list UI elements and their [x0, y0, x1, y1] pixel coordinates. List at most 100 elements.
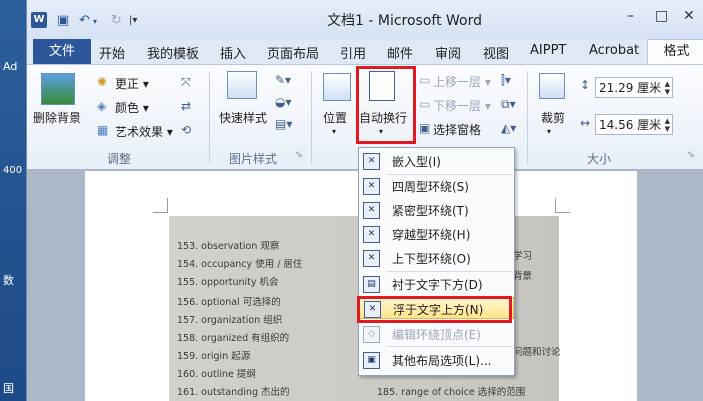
undo-icon[interactable]: ↶	[79, 13, 90, 29]
artistic-effects-icon[interactable]: ▦	[97, 123, 108, 137]
remove-background-icon[interactable]	[41, 73, 75, 105]
width-spinner-icon[interactable]: ▲ ▼	[665, 117, 670, 133]
group-divider	[209, 71, 210, 163]
group-label-adjust: 调整	[107, 152, 132, 166]
tab-format[interactable]: 格式	[647, 39, 703, 66]
doc-line: 背景	[513, 271, 533, 282]
group-label-picture-styles: 图片样式	[229, 152, 278, 166]
edit-wrap-points-icon: ◇	[363, 326, 380, 343]
position-icon[interactable]	[323, 73, 351, 101]
square-wrap-icon: ✕	[363, 178, 380, 195]
menu-item-top-bottom[interactable]: ✕ 上下型环绕(O)	[359, 247, 514, 269]
save-icon[interactable]: ▣	[57, 13, 69, 29]
minimize-button[interactable]: –	[627, 8, 634, 24]
rotate-icon[interactable]: ◭▾	[501, 121, 516, 135]
menu-item-label: 四周型环绕(S)	[392, 180, 469, 194]
color-icon[interactable]: ◈	[97, 99, 106, 113]
align-icon[interactable]: ⫿▾	[501, 73, 511, 88]
picture-effects-icon[interactable]: ◒▾	[275, 95, 292, 109]
undo-dropdown-icon[interactable]: ▾	[93, 17, 97, 33]
maximize-button[interactable]: □	[655, 8, 668, 24]
picture-border-icon[interactable]: ✎▾	[275, 73, 291, 87]
close-button[interactable]: ✕	[683, 8, 695, 24]
picture-layout-icon[interactable]: ▤▾	[275, 117, 292, 131]
group-divider	[527, 71, 528, 163]
highlight-box	[357, 296, 512, 323]
position-button[interactable]: 位置	[323, 109, 347, 126]
height-icon: ↕	[580, 78, 591, 92]
menu-item-tight[interactable]: ✕ 紧密型环绕(T)	[359, 199, 514, 221]
desktop-label: 国	[3, 382, 14, 395]
tab-mailings[interactable]: 邮件	[387, 43, 413, 62]
menu-item-square[interactable]: ✕ 四周型环绕(S)	[359, 175, 514, 197]
tab-view[interactable]: 视图	[483, 43, 509, 62]
dialog-launcher-icon[interactable]: ⬂	[687, 150, 695, 160]
menu-item-label: 上下型环绕(O)	[392, 252, 471, 266]
bring-forward-icon: ▭	[419, 73, 431, 87]
desktop-label: 400	[3, 165, 23, 176]
height-input[interactable]: 21.29 厘米 ▲ ▼	[595, 77, 673, 98]
tab-insert[interactable]: 插入	[220, 43, 246, 62]
reset-picture-icon[interactable]: ⟲	[181, 123, 191, 137]
corrections-icon[interactable]: ✺	[97, 75, 107, 89]
margin-mark	[555, 198, 570, 213]
tab-file[interactable]: 文件	[33, 39, 91, 64]
selection-pane-button[interactable]: 选择窗格	[433, 121, 481, 138]
ribbon-tabs: 文件 开始 我的模板 插入 页面布局 引用 邮件 审阅 视图 AIPPT Acr…	[27, 39, 703, 66]
selection-pane-icon[interactable]: ▣	[419, 121, 430, 135]
menu-item-label: 嵌入型(I)	[392, 155, 441, 169]
through-wrap-icon: ✕	[363, 226, 380, 243]
redo-icon[interactable]: ↻	[111, 13, 122, 29]
corrections-button[interactable]: 更正 ▾	[115, 75, 149, 92]
group-divider	[311, 71, 312, 163]
menu-item-label: 衬于文字下方(D)	[392, 278, 483, 292]
dialog-launcher-icon[interactable]: ⬂	[295, 150, 303, 160]
desktop-label: Ad	[3, 60, 18, 73]
tab-templates[interactable]: 我的模板	[147, 43, 199, 62]
customize-toolbar-icon[interactable]: |▾	[129, 15, 137, 31]
margin-mark	[153, 198, 168, 213]
change-picture-icon[interactable]: ⇄	[181, 99, 191, 113]
tab-home[interactable]: 开始	[99, 43, 125, 62]
highlight-box	[356, 66, 416, 144]
desktop-strip: Ad 400 数 国	[0, 0, 26, 401]
tab-aippt[interactable]: AIPPT	[530, 43, 566, 58]
group-objects-icon[interactable]: ⧉▾	[501, 97, 516, 112]
menu-separator	[387, 346, 512, 347]
menu-item-inline[interactable]: ✕ 嵌入型(I)	[359, 150, 514, 172]
quick-styles-icon[interactable]	[227, 71, 257, 99]
doc-line: 157. organization 组织	[177, 315, 283, 326]
height-spinner-icon[interactable]: ▲ ▼	[665, 80, 670, 96]
crop-button[interactable]: 裁剪	[541, 109, 565, 126]
top-bottom-wrap-icon: ✕	[363, 250, 380, 267]
tab-acrobat[interactable]: Acrobat	[589, 43, 639, 58]
doc-line: 158. organized 有组织的	[177, 333, 290, 344]
menu-item-behind-text[interactable]: ▤ 衬于文字下方(D)	[359, 273, 514, 295]
word-window: W ▣ ↶ ▾ ↻ |▾ 文档1 - Microsoft Word – □ ✕ …	[26, 0, 703, 401]
menu-item-edit-wrap-points: ◇ 编辑环绕顶点(E)	[359, 323, 514, 345]
doc-line: 问题和讨论	[513, 347, 561, 358]
color-button[interactable]: 颜色 ▾	[115, 99, 149, 116]
menu-item-through[interactable]: ✕ 穿越型环绕(H)	[359, 223, 514, 245]
remove-background-button[interactable]: 删除背景	[33, 109, 81, 126]
word-logo-icon[interactable]: W	[31, 12, 47, 28]
compress-pictures-icon[interactable]: ⤧	[181, 75, 191, 90]
quick-styles-button[interactable]: 快速样式	[219, 109, 267, 126]
artistic-effects-button[interactable]: 艺术效果 ▾	[115, 123, 173, 140]
menu-item-more-layout-options[interactable]: ▣ 其他布局选项(L)...	[359, 349, 514, 371]
tab-references[interactable]: 引用	[340, 43, 366, 62]
crop-icon[interactable]	[539, 73, 565, 99]
desktop-label: 数	[3, 274, 14, 287]
window-title: 文档1 - Microsoft Word	[327, 13, 483, 29]
doc-line: 161. outstanding 杰出的	[177, 387, 290, 398]
doc-line: 学习	[513, 251, 533, 262]
doc-line: 156. optional 可选择的	[177, 297, 281, 308]
tab-review[interactable]: 审阅	[435, 43, 461, 62]
width-input[interactable]: 14.56 厘米 ▲ ▼	[595, 114, 673, 135]
tab-page-layout[interactable]: 页面布局	[267, 43, 319, 62]
width-icon: ↔	[580, 116, 591, 130]
doc-line: 160. outline 提纲	[177, 369, 256, 380]
doc-line: 153. observation 观察	[177, 241, 280, 252]
tight-wrap-icon: ✕	[363, 202, 380, 219]
send-backward-button: 下移一层 ▾	[433, 99, 491, 113]
